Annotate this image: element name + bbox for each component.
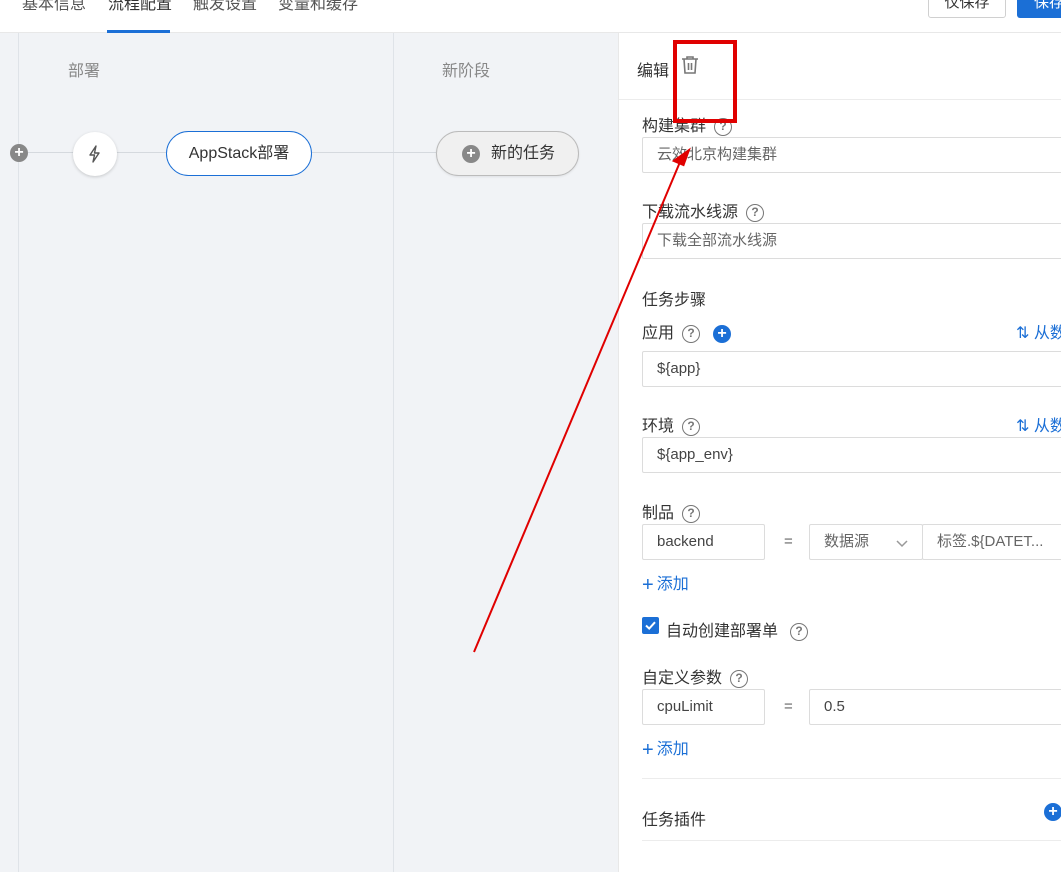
auto-deploy-label: 自动创建部署单? bbox=[666, 617, 809, 641]
param-value-input[interactable]: 0.5 bbox=[809, 689, 1061, 725]
new-task-label: 新的任务 bbox=[491, 145, 556, 162]
tab-flow-config[interactable]: 流程配置 bbox=[108, 0, 172, 14]
build-cluster-select[interactable]: 云效北京构建集群 bbox=[642, 137, 1061, 173]
new-task-button[interactable]: + 新的任务 bbox=[436, 131, 579, 176]
help-icon[interactable]: ? bbox=[790, 622, 809, 641]
task-plugins-label: 任务插件 bbox=[642, 812, 707, 829]
sort-icon: ⇅ bbox=[1016, 325, 1034, 342]
help-icon[interactable]: ? bbox=[730, 669, 749, 688]
flow-connector bbox=[28, 152, 73, 153]
add-app-icon[interactable]: + bbox=[713, 324, 732, 343]
stage-title-new[interactable]: 新阶段 bbox=[442, 57, 490, 81]
flow-connector bbox=[117, 152, 166, 153]
edit-panel: 编辑 构建集群? 云效北京构建集群 下载流水线源? 下载全部流水线源 任务步骤 … bbox=[618, 33, 1061, 872]
panel-title: 编辑 bbox=[637, 63, 670, 80]
help-icon[interactable]: ? bbox=[682, 504, 701, 523]
divider bbox=[642, 778, 1061, 779]
app-label: 应用? + bbox=[642, 319, 732, 343]
highlight-box bbox=[673, 40, 737, 123]
download-source-select[interactable]: 下载全部流水线源 bbox=[642, 223, 1061, 259]
equals-sign: = bbox=[784, 698, 793, 715]
add-plugin-icon[interactable]: + bbox=[1044, 803, 1061, 821]
env-from-data-link[interactable]: ⇅ 从数 bbox=[1016, 412, 1061, 436]
download-source-label: 下载流水线源? bbox=[642, 198, 765, 222]
tab-basic-info[interactable]: 基本信息 bbox=[22, 0, 86, 14]
tab-variables-cache[interactable]: 变量和缓存 bbox=[278, 0, 358, 14]
lightning-icon bbox=[89, 145, 100, 163]
trigger-node[interactable] bbox=[73, 132, 117, 176]
artifact-tag-input[interactable]: 标签.${DATET... bbox=[922, 524, 1061, 560]
check-icon bbox=[645, 621, 656, 631]
help-icon[interactable]: ? bbox=[682, 417, 701, 436]
equals-sign: = bbox=[784, 533, 793, 550]
top-nav: 基本信息 流程配置 触发设置 变量和缓存 仅保存 保存 bbox=[0, 0, 1061, 33]
stage-divider bbox=[393, 33, 394, 872]
plus-circle-icon: + bbox=[462, 145, 480, 163]
custom-params-label: 自定义参数? bbox=[642, 664, 749, 688]
auto-deploy-checkbox[interactable] bbox=[642, 617, 659, 634]
divider bbox=[642, 840, 1061, 841]
plus-icon: + bbox=[642, 574, 654, 596]
env-label: 环境? bbox=[642, 412, 701, 436]
add-artifact-button[interactable]: + 添加 bbox=[642, 570, 689, 597]
artifact-label: 制品? bbox=[642, 499, 701, 523]
stage-title-deploy: 部署 bbox=[68, 63, 101, 80]
plus-icon: + bbox=[642, 739, 654, 761]
tab-trigger-settings[interactable]: 触发设置 bbox=[193, 0, 257, 14]
add-stage-icon[interactable]: + bbox=[10, 144, 28, 162]
env-input[interactable]: ${app_env} bbox=[642, 437, 1061, 473]
app-root: 基本信息 流程配置 触发设置 变量和缓存 仅保存 保存 部署 新阶段 + App… bbox=[0, 0, 1061, 872]
sort-icon: ⇅ bbox=[1016, 418, 1034, 435]
save-button[interactable]: 保存 bbox=[1017, 0, 1061, 18]
pipeline-canvas: 部署 新阶段 + AppStack部署 + 新的任务 bbox=[0, 33, 618, 872]
app-from-data-link[interactable]: ⇅ 从数 bbox=[1016, 319, 1061, 343]
artifact-name-input[interactable]: backend bbox=[642, 524, 765, 560]
task-steps-title: 任务步骤 bbox=[642, 292, 707, 309]
app-input[interactable]: ${app} bbox=[642, 351, 1061, 387]
help-icon[interactable]: ? bbox=[746, 203, 765, 222]
chevron-down-icon bbox=[896, 540, 908, 548]
add-param-button[interactable]: + 添加 bbox=[642, 735, 689, 762]
help-icon[interactable]: ? bbox=[682, 324, 701, 343]
flow-connector bbox=[312, 152, 436, 153]
save-only-button[interactable]: 仅保存 bbox=[928, 0, 1006, 18]
task-node-appstack-deploy[interactable]: AppStack部署 bbox=[166, 131, 312, 176]
param-name-input[interactable]: cpuLimit bbox=[642, 689, 765, 725]
